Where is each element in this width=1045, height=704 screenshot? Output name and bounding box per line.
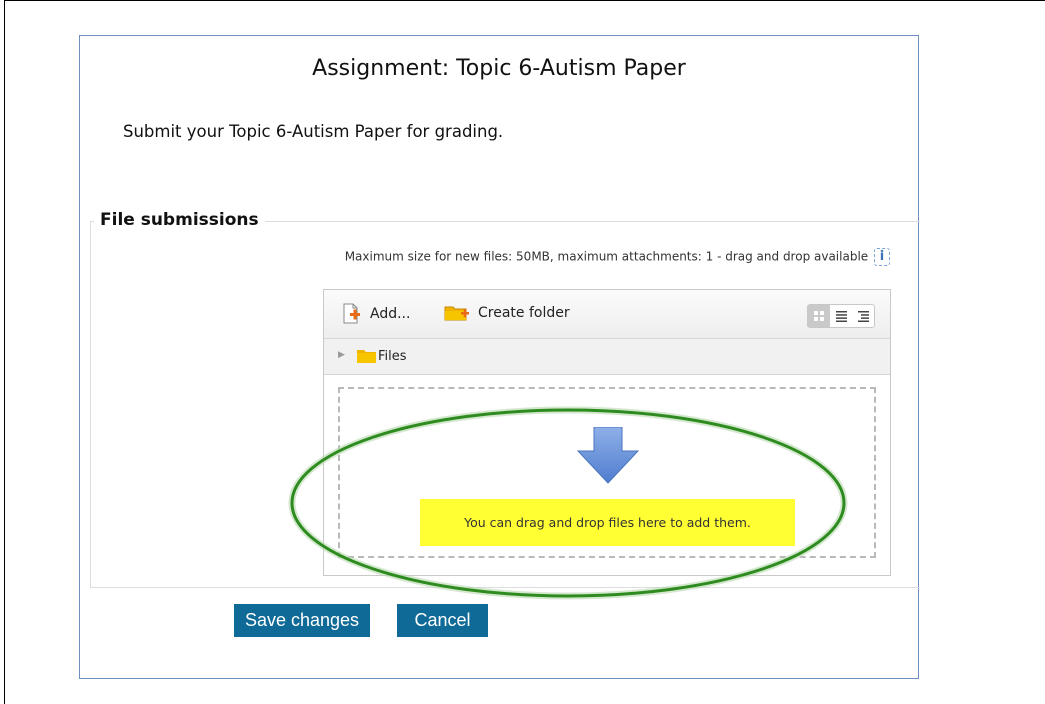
tree-view-button[interactable] (852, 305, 874, 327)
max-size-info: Maximum size for new files: 50MB, maximu… (328, 248, 890, 266)
expand-arrow-icon[interactable]: ▶ (338, 350, 345, 360)
tree-icon (857, 311, 869, 322)
page-title: Assignment: Topic 6-Autism Paper (312, 56, 686, 81)
create-folder-button[interactable]: Create folder (444, 303, 570, 323)
cancel-button[interactable]: Cancel (397, 604, 488, 637)
add-file-button[interactable]: Add... (342, 303, 410, 325)
files-folder-label[interactable]: Files (378, 349, 407, 364)
max-size-text: Maximum size for new files: 50MB, maximu… (344, 249, 869, 264)
file-path-bar: ▶ Files (324, 339, 890, 375)
assignment-intro: Submit your Topic 6-Autism Paper for gra… (123, 122, 504, 141)
grid-icon (814, 311, 824, 321)
assignment-panel: Assignment: Topic 6-Autism Paper Submit … (79, 35, 920, 679)
down-arrow-icon (576, 427, 640, 484)
file-submissions-legend: File submissions (94, 210, 265, 230)
drop-zone[interactable]: You can drag and drop files here to add … (338, 387, 876, 558)
file-manager-toolbar: Add... Create folder (324, 290, 890, 339)
file-manager: Add... Create folder ▶ Files You can dra… (323, 289, 891, 576)
add-file-label: Add... (370, 306, 411, 322)
folder-icon (357, 350, 376, 363)
icons-view-button[interactable] (808, 305, 830, 327)
list-icon (835, 311, 847, 322)
info-icon[interactable]: i (874, 248, 890, 266)
create-folder-label: Create folder (478, 305, 570, 321)
list-view-button[interactable] (830, 305, 852, 327)
view-mode-switcher (807, 304, 875, 328)
save-changes-button[interactable]: Save changes (234, 604, 370, 637)
create-folder-icon (444, 306, 469, 321)
drop-zone-message: You can drag and drop files here to add … (420, 499, 795, 546)
fieldset-bottom-border (90, 587, 920, 588)
add-file-icon (343, 303, 360, 324)
